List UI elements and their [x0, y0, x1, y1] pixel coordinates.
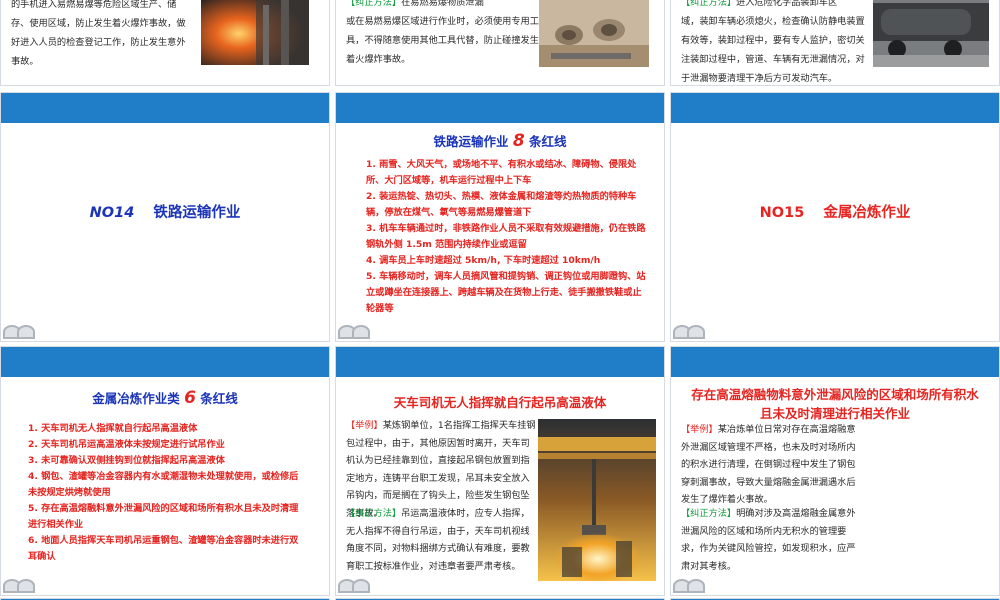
slide-body-text: 【纠正方法】在易燃易爆物质泄漏 或在易燃易爆区域进行作业时，必须使用专用工具，不…	[346, 0, 541, 69]
slide-title: 铁路运输作业 8 条红线	[336, 131, 664, 151]
slide-no15-smelting[interactable]: NO15 金属冶炼作业	[670, 92, 1000, 342]
section-title-text: 铁路运输作业	[153, 205, 241, 221]
list-item: 2. 装运热锭、热切头、热模、液体金属和熔渣等灼热物质的特种车辆，停放在煤气、氧…	[366, 191, 637, 218]
list-item: 4. 钢包、渣罐等冶金容器内有水或潮湿物未处理就使用，或检修后未按规定烘烤就使用	[28, 471, 299, 498]
title-suffix: 条红线	[200, 391, 238, 406]
slide-no14-railway[interactable]: NO14 铁路运输作业	[0, 92, 330, 342]
section-title-text: 金属冶炼作业	[823, 205, 911, 221]
section-number: NO14	[89, 205, 135, 221]
slide-row-a-3[interactable]: 【纠正方法】进入危险化学品装卸车区 域，装卸车辆必须熄火，检查确认防静电装置有效…	[670, 0, 1000, 86]
example-tag: 【举例】	[681, 424, 718, 435]
slide-title: 天车司机无人指挥就自行起吊高温液体	[393, 395, 607, 410]
list-item: 5. 存在高温熔融料意外泄漏风险的区域和场所有积水且未及时清理进行相关作业	[28, 503, 299, 530]
list-item: 5. 车辆移动时，调车人员摘风管和提钩销、调正钩位或用脚蹬钩、站立或蹲坐在连接器…	[366, 271, 646, 314]
section-title: NO14 铁路运输作业	[1, 201, 329, 222]
fix-method-tag: 【纠正方法】	[681, 0, 737, 8]
slide-row-a-1[interactable]: 的手机进入易燃易爆等危险区域生产、储存、使用区域，防止发生着火爆炸事故，做好进入…	[0, 0, 330, 86]
example-text: 某炼钢单位，1名指挥工指挥天车挂钢包过程中，由于，其他原因暂时离开，天车司机认为…	[346, 420, 536, 519]
title-suffix: 条红线	[529, 134, 567, 149]
title-prefix: 铁路运输作业	[433, 134, 509, 149]
tanker-truck-photo	[873, 0, 989, 67]
redline-list: 1. 雨雪、大风天气，或场地不平、有积水或结冰、障碍物、侵限处所、大门区域等，机…	[366, 157, 648, 317]
list-item: 2. 天车司机吊运高温液体未按规定进行试吊作业	[28, 439, 225, 450]
molten-steel-crane-photo	[538, 419, 656, 581]
slide-molten-leak-water[interactable]: 存在高温熔融物料意外泄漏风险的区域和场所有积水且未及时清理进行相关作业 【举例】…	[670, 346, 1000, 596]
list-item: 4. 调车员上车时速超过 5km/h, 下车时速超过 10km/h	[366, 255, 601, 266]
list-item: 1. 雨雪、大风天气，或场地不平、有积水或结冰、障碍物、侵限处所、大门区域等，机…	[366, 159, 637, 186]
title-number: 8	[512, 131, 525, 151]
example-text: 某冶炼单位日常对存在高温熔融意外泄漏区域管理不严格，也未及时对场所内的积水进行清…	[681, 424, 856, 505]
corner-deco-icon	[1, 325, 37, 341]
fix-text: 【纠正方法】明确对涉及高温熔融金属意外泄漏风险的区域和场所内无积水的管理要求，作…	[681, 505, 863, 575]
slide-row-a-2[interactable]: 【纠正方法】在易燃易爆物质泄漏 或在易燃易爆区域进行作业时，必须使用专用工具，不…	[335, 0, 665, 86]
fix-method-text: 或在易燃易爆区域进行作业时，必须使用专用工具，不得随意使用其他工具代替，防止碰撞…	[346, 16, 539, 65]
slide-header-bar	[671, 93, 999, 123]
redline-list: 1. 天车司机无人指挥就自行起吊高温液体 2. 天车司机吊运高温液体未按规定进行…	[28, 421, 306, 565]
list-item: 3. 未可靠确认双侧挂钩到位就指挥起吊高温液体	[28, 455, 225, 466]
list-item: 6. 地面人员指挥天车司机吊运重钢包、渣罐等冶金容器时未进行双耳确认	[28, 535, 299, 562]
slide-header-bar	[1, 93, 329, 123]
case-text: 【举例】某冶炼单位日常对存在高温熔融意外泄漏区域管理不严格，也未及时对场所内的积…	[681, 421, 863, 509]
slide-body-text: 的手机进入易燃易爆等危险区域生产、储存、使用区域，防止发生着火爆炸事故，做好进入…	[11, 0, 186, 67]
section-title: NO15 金属冶炼作业	[671, 201, 999, 222]
slide-railway-redlines[interactable]: 铁路运输作业 8 条红线 1. 雨雪、大风天气，或场地不平、有积水或结冰、障碍物…	[335, 92, 665, 342]
fix-method-text: 域，装卸车辆必须熄火，检查确认防静电装置有效等，装卸过程中，要有专人监护，密切关…	[681, 16, 865, 84]
fix-method-tag: 【纠正方法】	[681, 508, 737, 519]
fix-text: 【纠正方法】吊运高温液体时，应专人指挥，无人指挥不得自行吊运，由于，天车司机视线…	[346, 505, 536, 575]
fix-method-tag: 【纠正方法】	[346, 508, 402, 519]
slide-header-bar	[1, 347, 329, 377]
slide-header-bar	[336, 347, 664, 377]
fix-method-text-inline: 进入危险化学品装卸车区	[736, 0, 838, 8]
smelting-fire-photo	[201, 0, 309, 65]
fix-method-tag: 【纠正方法】	[346, 0, 402, 8]
slide-title: 存在高温熔融物料意外泄漏风险的区域和场所有积水且未及时清理进行相关作业	[691, 387, 979, 421]
list-item: 1. 天车司机无人指挥就自行起吊高温液体	[28, 423, 198, 434]
section-number: NO15	[759, 205, 805, 221]
corner-deco-icon	[336, 325, 372, 341]
title-prefix: 金属冶炼作业类	[92, 391, 180, 406]
corner-deco-icon	[671, 325, 707, 341]
slide-crane-lifting[interactable]: 天车司机无人指挥就自行起吊高温液体 【举例】某炼钢单位，1名指挥工指挥天车挂钢包…	[335, 346, 665, 596]
slide-body-text: 【纠正方法】进入危险化学品装卸车区 域，装卸车辆必须熄火，检查确认防静电装置有效…	[681, 0, 869, 85]
fix-method-text-inline: 在易燃易爆物质泄漏	[401, 0, 484, 8]
slide-header-bar	[671, 347, 999, 377]
corner-deco-icon	[1, 579, 37, 595]
list-item: 3. 机车车辆通过时，非铁路作业人员不采取有效规避措施，仍在铁路钢轨外侧 1.5…	[366, 223, 646, 250]
pipes-photo	[539, 0, 649, 67]
slide-smelting-redlines[interactable]: 金属冶炼作业类 6 条红线 1. 天车司机无人指挥就自行起吊高温液体 2. 天车…	[0, 346, 330, 596]
example-tag: 【举例】	[346, 420, 383, 431]
slide-header-bar	[336, 93, 664, 123]
corner-deco-icon	[671, 579, 707, 595]
slide-title: 金属冶炼作业类 6 条红线	[1, 388, 329, 408]
corner-deco-icon	[336, 579, 372, 595]
title-number: 6	[184, 388, 196, 408]
